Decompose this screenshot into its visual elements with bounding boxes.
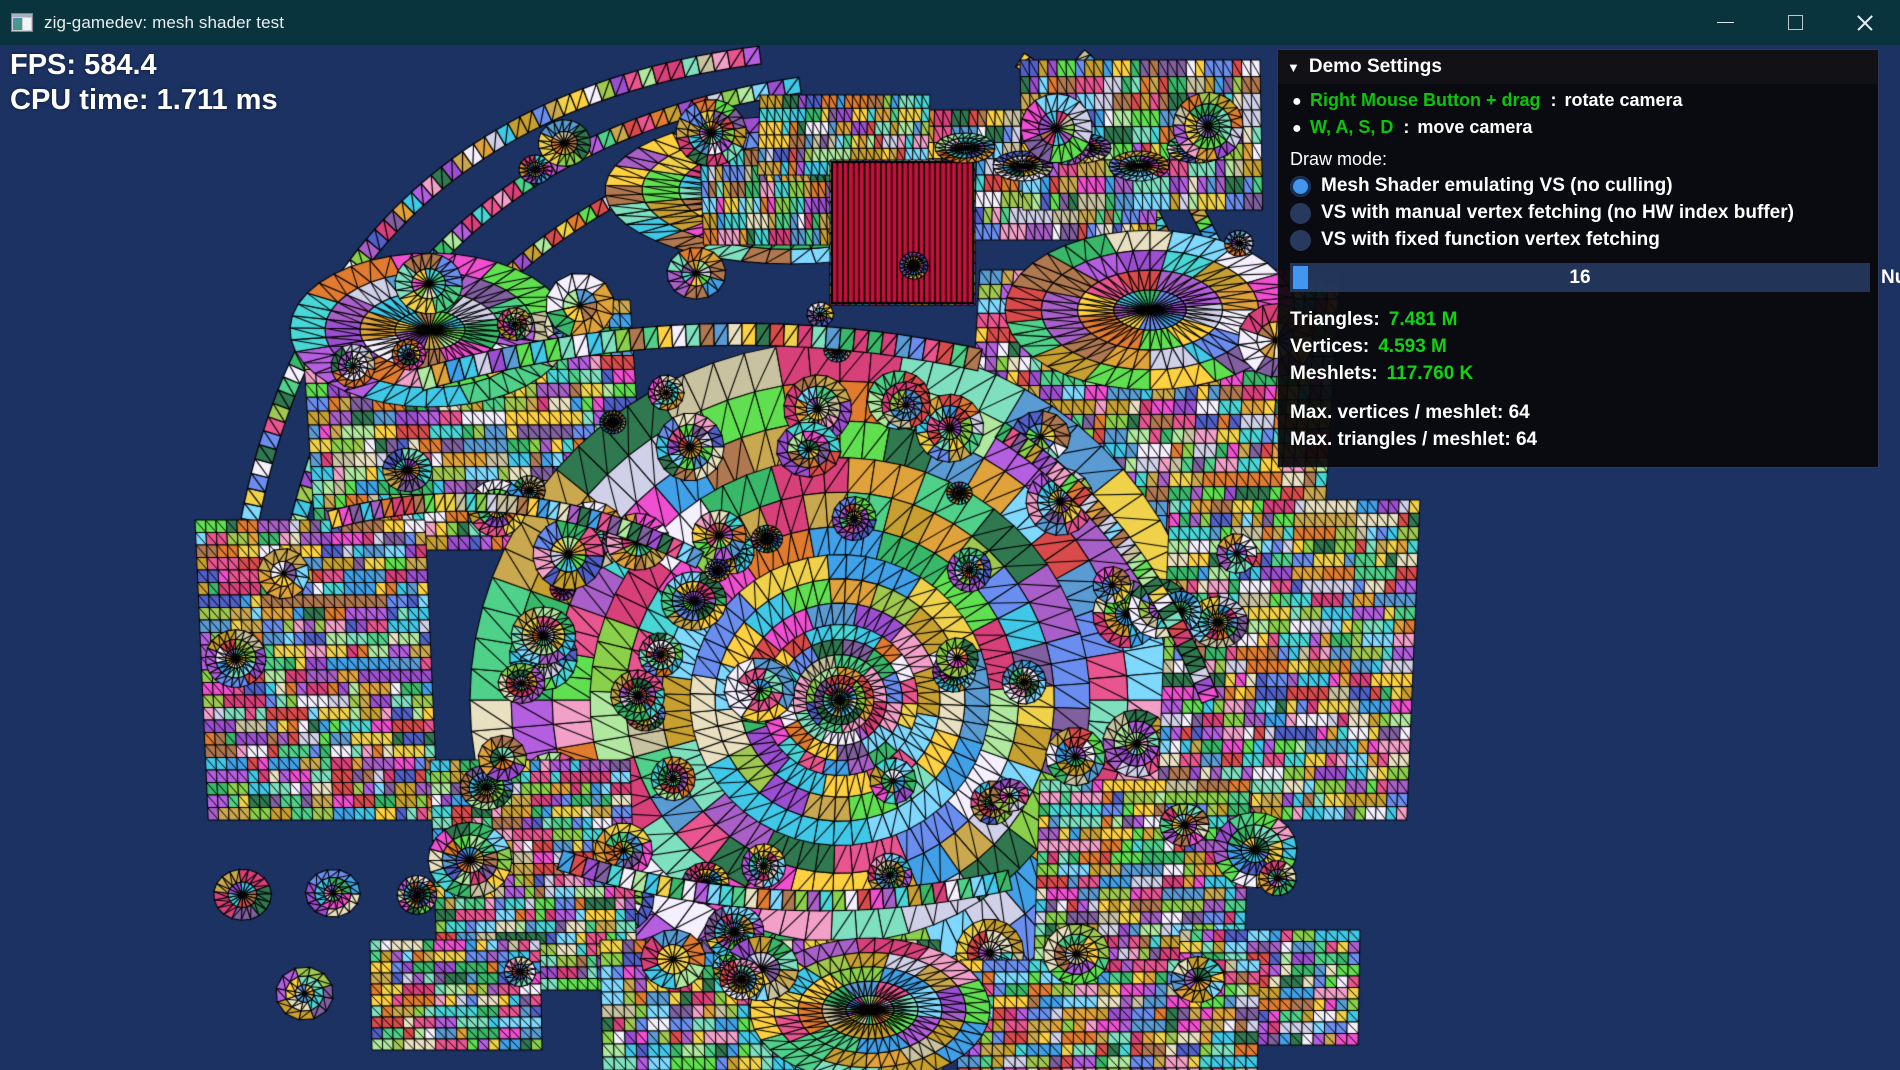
num-objects-slider[interactable]: 16 [1290, 263, 1870, 292]
help-separator: : [1403, 117, 1410, 137]
stat-row-vertices: Vertices: 4.593 M [1278, 336, 1878, 358]
bullet-icon: ● [1292, 93, 1302, 110]
panel-header[interactable]: ▼ Demo Settings [1278, 50, 1878, 84]
panel-title: Demo Settings [1308, 56, 1442, 77]
stat-value: 4.593 M [1378, 336, 1447, 357]
help-key-rotate: Right Mouse Button + drag [1310, 90, 1541, 110]
minimize-button[interactable] [1690, 0, 1760, 45]
close-icon [1855, 13, 1875, 33]
stat-row-meshlets: Meshlets: 117.760 K [1278, 363, 1878, 385]
radio-vs-manual-vertex-fetching[interactable]: VS with manual vertex fetching (no HW in… [1278, 202, 1878, 224]
num-objects-slider-row[interactable]: 16 Num. objects [1278, 263, 1900, 292]
help-row-rotate-camera: ● Right Mouse Button + drag : rotate cam… [1278, 90, 1878, 111]
slider-caption: Num. objects [1881, 266, 1900, 288]
radio-label: Mesh Shader emulating VS (no culling) [1321, 175, 1673, 196]
max-vertices-per-meshlet: Max. vertices / meshlet: 64 [1290, 402, 1530, 423]
help-value-rotate: rotate camera [1564, 90, 1683, 110]
window-title: zig-gamedev: mesh shader test [44, 12, 285, 32]
app-window-icon [11, 13, 33, 32]
radio-icon[interactable] [1290, 202, 1311, 224]
demo-settings-panel[interactable]: ▼ Demo Settings ● Right Mouse Button + d… [1278, 50, 1900, 467]
stat-row-triangles: Triangles: 7.481 M [1278, 309, 1878, 331]
draw-mode-label: Draw mode: [1290, 149, 1388, 169]
minimize-icon [1716, 22, 1734, 23]
bullet-icon: ● [1292, 120, 1302, 137]
radio-icon[interactable] [1290, 229, 1311, 251]
radio-mesh-shader-emulating-vs[interactable]: Mesh Shader emulating VS (no culling) [1278, 175, 1878, 197]
maximize-icon [1787, 15, 1803, 30]
radio-label: VS with fixed function vertex fetching [1321, 229, 1660, 250]
maximize-button[interactable] [1760, 0, 1830, 45]
stat-value: 117.760 K [1386, 363, 1474, 384]
close-button[interactable] [1830, 0, 1900, 45]
collapse-arrow-icon[interactable]: ▼ [1287, 61, 1300, 74]
help-row-move-camera: ● W, A, S, D : move camera [1278, 117, 1878, 138]
help-key-move: W, A, S, D [1310, 117, 1394, 137]
stat-label: Triangles: [1290, 309, 1380, 330]
stat-value: 7.481 M [1388, 309, 1458, 330]
max-triangles-per-meshlet: Max. triangles / meshlet: 64 [1290, 429, 1538, 450]
stat-label: Meshlets: [1290, 363, 1378, 384]
help-value-move: move camera [1417, 117, 1533, 137]
radio-vs-fixed-function-vertex-fetching[interactable]: VS with fixed function vertex fetching [1278, 229, 1878, 251]
help-separator: : [1550, 90, 1557, 110]
stat-label: Vertices: [1290, 336, 1370, 357]
title-bar: zig-gamedev: mesh shader test [0, 0, 1900, 45]
slider-value: 16 [1569, 266, 1591, 288]
radio-label: VS with manual vertex fetching (no HW in… [1321, 202, 1794, 223]
radio-icon-selected[interactable] [1290, 175, 1311, 197]
app-window: zig-gamedev: mesh shader test FPS: 584.4… [0, 0, 1900, 1070]
window-controls [1690, 0, 1900, 45]
